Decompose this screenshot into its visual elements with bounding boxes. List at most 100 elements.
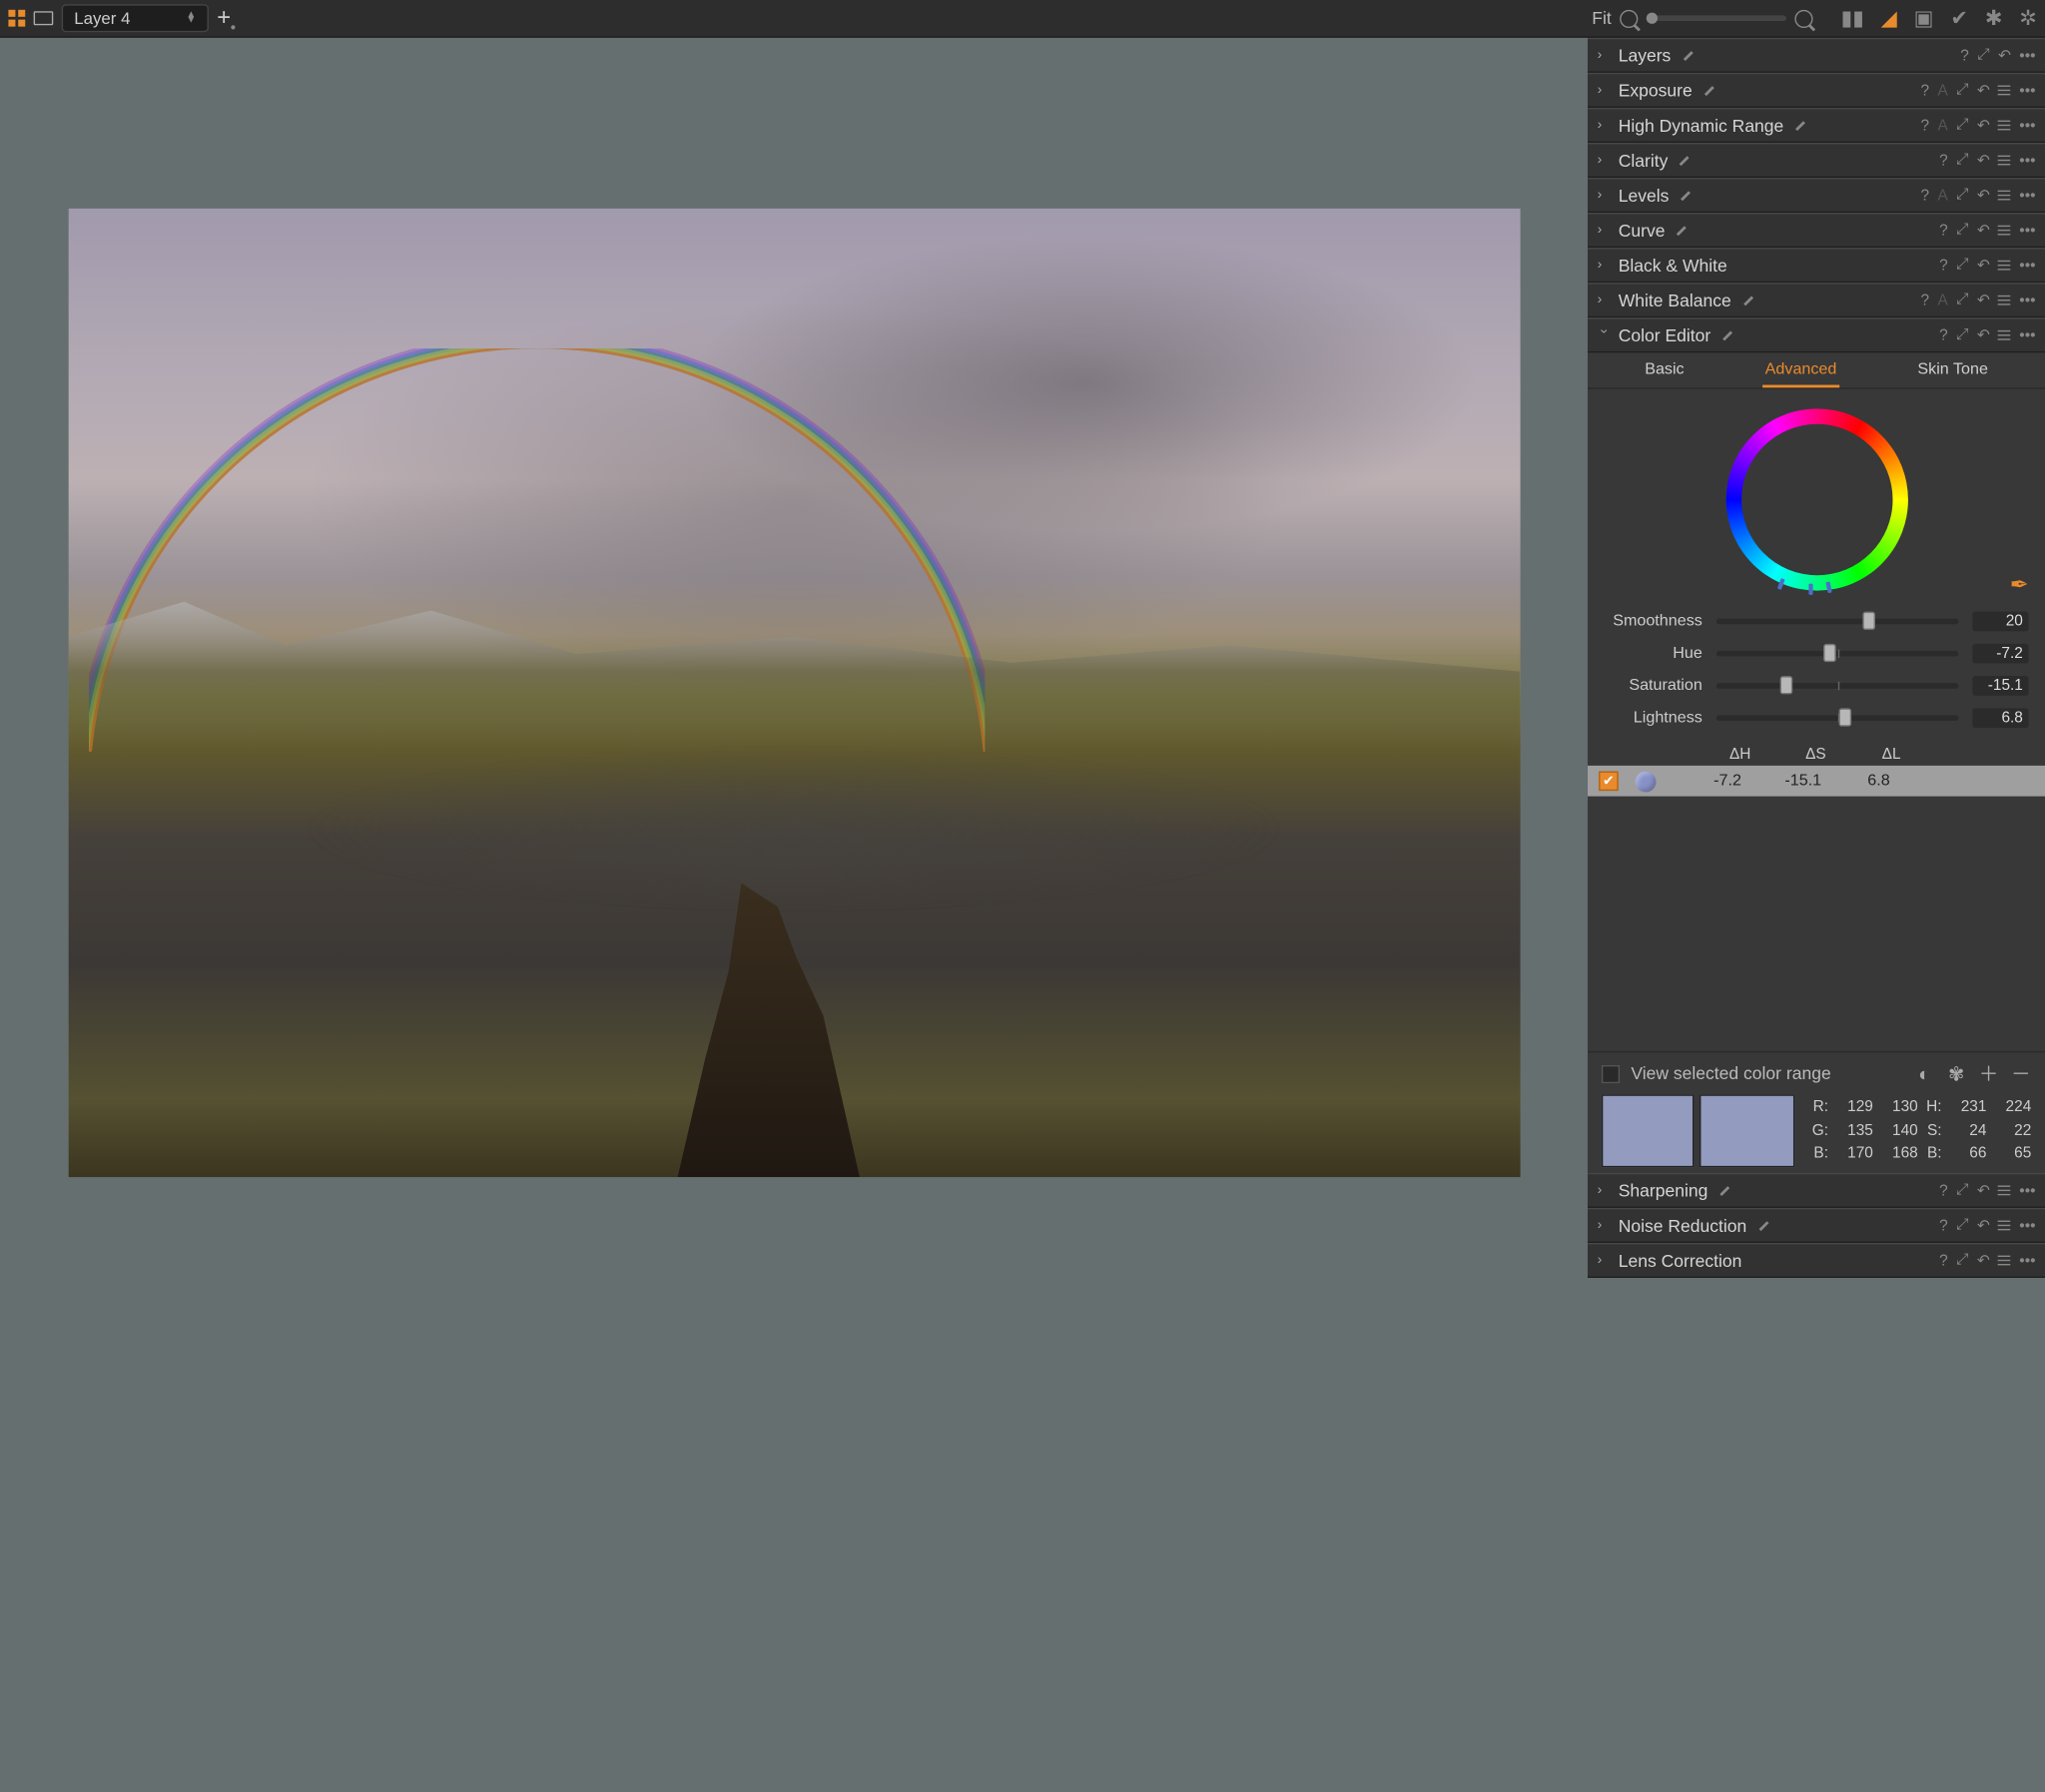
- check-tab-icon[interactable]: ✔: [1950, 6, 1968, 31]
- help-icon[interactable]: ?: [1939, 1217, 1948, 1234]
- auto-icon[interactable]: A: [1937, 292, 1947, 308]
- more-icon[interactable]: •••: [2019, 82, 2035, 99]
- undo-icon[interactable]: ↶: [1977, 1251, 1990, 1269]
- slider-value[interactable]: -15.1: [1972, 675, 2028, 695]
- zoom-in-icon[interactable]: [1794, 9, 1812, 27]
- more-icon[interactable]: •••: [2019, 1252, 2035, 1269]
- more-icon[interactable]: •••: [2019, 187, 2035, 204]
- slider-track[interactable]: [1716, 715, 1959, 721]
- undo-icon[interactable]: ↶: [1977, 1216, 1990, 1234]
- panel-layers[interactable]: › Layers ?⤢↶•••: [1588, 38, 2045, 73]
- add-icon[interactable]: ＋: [1978, 1063, 1999, 1084]
- slider-thumb[interactable]: [1780, 675, 1793, 693]
- menu-icon[interactable]: [1998, 1221, 2011, 1230]
- zoom-fit-label[interactable]: Fit: [1592, 8, 1611, 28]
- color-wheel-indicator[interactable]: [1785, 483, 1831, 529]
- more-icon[interactable]: •••: [2019, 326, 2035, 343]
- undo-icon[interactable]: ↶: [1977, 186, 1990, 204]
- image-viewer[interactable]: [0, 38, 1588, 1278]
- slider-thumb[interactable]: [1824, 643, 1837, 661]
- remove-icon[interactable]: －: [2010, 1063, 2031, 1084]
- help-icon[interactable]: ?: [1960, 47, 1969, 64]
- panel-sharpening[interactable]: › Sharpening ?⤢↶•••: [1588, 1173, 2045, 1208]
- color-wheel[interactable]: [1725, 408, 1907, 590]
- undo-icon[interactable]: ↶: [1977, 326, 1990, 344]
- more-icon[interactable]: •••: [2019, 257, 2035, 274]
- help-icon[interactable]: ?: [1920, 292, 1929, 308]
- panel-clarity[interactable]: › Clarity ?⤢↶•••: [1588, 143, 2045, 178]
- more-icon[interactable]: •••: [2019, 222, 2035, 239]
- menu-icon[interactable]: [1998, 86, 2011, 95]
- slider-thumb[interactable]: [1838, 708, 1851, 726]
- grid-view-icon[interactable]: [8, 10, 25, 27]
- color-picker-icon[interactable]: ✒: [2010, 571, 2029, 599]
- more-icon[interactable]: •••: [2019, 292, 2035, 308]
- slider-value[interactable]: 6.8: [1972, 708, 2028, 728]
- checkbox-checked-icon[interactable]: ✔: [1599, 772, 1619, 792]
- undo-icon[interactable]: ↶: [1977, 222, 1990, 240]
- expand-icon[interactable]: ⤢: [1956, 186, 1968, 204]
- panel-noise[interactable]: › Noise Reduction ?⤢↶•••: [1588, 1208, 2045, 1243]
- more-icon[interactable]: •••: [2019, 1217, 2035, 1234]
- more-icon[interactable]: •••: [2019, 47, 2035, 64]
- menu-icon[interactable]: [1998, 121, 2011, 130]
- slider-track[interactable]: [1716, 682, 1959, 688]
- layer-select[interactable]: Layer 4 ▲▼: [62, 4, 209, 32]
- slider-value[interactable]: 20: [1972, 611, 2028, 631]
- tab-skin-tone[interactable]: Skin Tone: [1915, 354, 1991, 388]
- expand-icon[interactable]: ⤢: [1977, 46, 1989, 64]
- slider-thumb[interactable]: [1862, 611, 1875, 629]
- expand-icon[interactable]: ⤢: [1956, 257, 1968, 275]
- undo-icon[interactable]: ↶: [1977, 292, 1990, 309]
- help-icon[interactable]: ?: [1920, 187, 1929, 204]
- panel-wb[interactable]: › White Balance ?A⤢↶•••: [1588, 283, 2045, 317]
- slider-track[interactable]: [1716, 618, 1959, 624]
- expand-icon[interactable]: ⤢: [1956, 116, 1968, 134]
- help-icon[interactable]: ?: [1939, 1252, 1948, 1269]
- menu-icon[interactable]: [1998, 1256, 2011, 1265]
- auto-icon[interactable]: A: [1937, 187, 1947, 204]
- single-view-icon[interactable]: [34, 11, 54, 25]
- help-icon[interactable]: ?: [1939, 257, 1948, 274]
- undo-icon[interactable]: ↶: [1977, 1181, 1990, 1199]
- fan-icon[interactable]: ✾: [1946, 1063, 1967, 1084]
- zoom-slider[interactable]: [1647, 15, 1786, 21]
- gear-tab-icon[interactable]: ✱: [1985, 6, 2003, 31]
- slider-track[interactable]: [1716, 650, 1959, 656]
- help-icon[interactable]: ?: [1939, 222, 1948, 239]
- undo-icon[interactable]: ↶: [1977, 257, 1990, 275]
- more-icon[interactable]: •••: [2019, 152, 2035, 169]
- menu-icon[interactable]: [1998, 226, 2011, 235]
- panel-levels[interactable]: › Levels ?A⤢↶•••: [1588, 178, 2045, 213]
- help-icon[interactable]: ?: [1939, 326, 1948, 343]
- zoom-out-icon[interactable]: [1620, 9, 1638, 27]
- expand-icon[interactable]: ⤢: [1956, 151, 1968, 169]
- more-icon[interactable]: •••: [2019, 1182, 2035, 1199]
- help-icon[interactable]: ?: [1939, 1182, 1948, 1199]
- expand-icon[interactable]: ⤢: [1956, 81, 1968, 99]
- camera-tab-icon[interactable]: ▣: [1914, 6, 1934, 31]
- auto-icon[interactable]: A: [1937, 82, 1947, 99]
- expand-icon[interactable]: ⤢: [1956, 1181, 1968, 1199]
- menu-icon[interactable]: [1998, 191, 2011, 200]
- tab-basic[interactable]: Basic: [1642, 354, 1687, 388]
- menu-icon[interactable]: [1998, 1186, 2011, 1195]
- panel-hdr[interactable]: › High Dynamic Range ?A⤢↶•••: [1588, 108, 2045, 143]
- adjust-tab-icon[interactable]: ◢: [1881, 6, 1897, 31]
- panel-lens[interactable]: › Lens Correction ?⤢↶•••: [1588, 1243, 2045, 1278]
- library-tab-icon[interactable]: ▮▮: [1841, 6, 1864, 31]
- slider-value[interactable]: -7.2: [1972, 643, 2028, 663]
- panel-bw[interactable]: › Black & White ?⤢↶•••: [1588, 248, 2045, 283]
- checkbox-view-range[interactable]: [1602, 1064, 1620, 1082]
- expand-icon[interactable]: ⤢: [1956, 222, 1968, 240]
- menu-icon[interactable]: [1998, 156, 2011, 165]
- help-icon[interactable]: ?: [1920, 117, 1929, 134]
- menu-icon[interactable]: [1998, 330, 2011, 339]
- add-layer-button[interactable]: +: [217, 4, 231, 32]
- menu-icon[interactable]: [1998, 296, 2011, 304]
- help-icon[interactable]: ?: [1939, 152, 1948, 169]
- panel-exposure[interactable]: › Exposure ?A⤢↶•••: [1588, 73, 2045, 108]
- panel-color-editor[interactable]: › Color Editor ?⤢↶•••: [1588, 317, 2045, 352]
- help-icon[interactable]: ?: [1920, 82, 1929, 99]
- undo-icon[interactable]: ↶: [1977, 116, 1990, 134]
